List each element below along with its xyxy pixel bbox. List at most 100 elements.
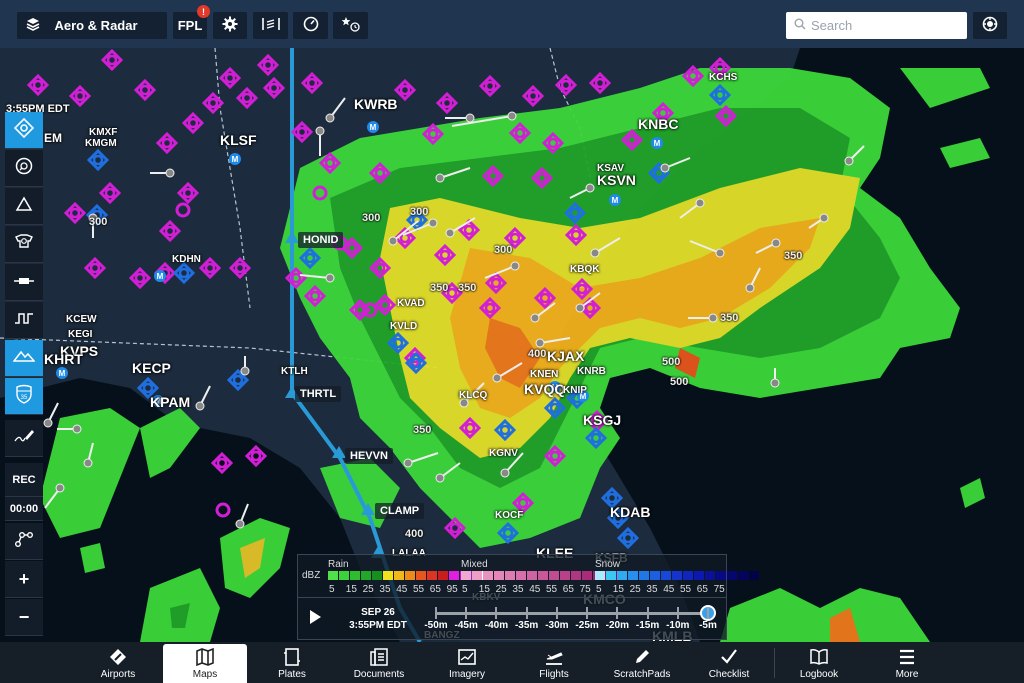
airport-label-em[interactable]: EM <box>44 131 62 145</box>
tab-airports[interactable]: Airports <box>76 644 160 683</box>
locate-button[interactable] <box>973 12 1007 39</box>
airport-label-ktlh[interactable]: KTLH <box>281 366 308 377</box>
timeline-label[interactable]: -15m <box>636 620 659 631</box>
search-box[interactable] <box>786 12 967 39</box>
airport-marker-magenta[interactable] <box>26 73 50 97</box>
airport-marker-magenta[interactable] <box>235 86 259 110</box>
airport-marker-magenta[interactable] <box>714 104 738 128</box>
tab-logbook[interactable]: Logbook <box>777 644 861 683</box>
airport-label-ksgj[interactable]: KSGJ <box>583 412 621 428</box>
map-center-button[interactable] <box>5 112 43 149</box>
airport-marker-magenta[interactable] <box>543 444 567 468</box>
tab-plates[interactable]: Plates <box>250 644 334 683</box>
waypoint-label-hevvn[interactable]: HEVVN <box>345 448 393 464</box>
airport-marker-magenta[interactable] <box>98 181 122 205</box>
waypoint-label-honid[interactable]: HONID <box>298 232 344 248</box>
airport-marker-magenta[interactable] <box>443 516 467 540</box>
instruments-button[interactable] <box>293 12 328 39</box>
airport-marker-blue[interactable] <box>493 418 517 442</box>
terrain-button[interactable] <box>5 340 43 377</box>
airport-marker-magenta[interactable] <box>588 71 612 95</box>
airport-marker-magenta[interactable] <box>570 277 594 301</box>
airport-marker-blue[interactable] <box>298 246 322 270</box>
track-up-button[interactable] <box>5 150 43 187</box>
airport-marker-magenta[interactable] <box>158 219 182 243</box>
tab-more[interactable]: More <box>865 644 949 683</box>
airport-label-kdab[interactable]: KDAB <box>610 504 650 520</box>
waypoint-label-clamp[interactable]: CLAMP <box>375 503 425 519</box>
airport-marker-magenta[interactable] <box>620 128 644 152</box>
airport-label-knen[interactable]: KNEN <box>530 369 558 380</box>
draw-button[interactable] <box>5 420 43 457</box>
tab-imagery[interactable]: Imagery <box>425 644 509 683</box>
map-canvas[interactable]: 3:55PM EDT KWRB KLSF KMXF KMGM KDHN KCEW… <box>0 48 1024 642</box>
airport-marker-blue[interactable] <box>496 521 520 545</box>
timeline-label[interactable]: -40m <box>485 620 508 631</box>
tab-scratchpads[interactable]: ScratchPads <box>600 644 684 683</box>
zoom-in-button[interactable]: + <box>5 561 43 598</box>
timeline-label[interactable]: -5m <box>699 620 717 631</box>
airport-marker-magenta[interactable] <box>508 121 532 145</box>
timeline-label[interactable]: -45m <box>455 620 478 631</box>
airport-marker-ring[interactable] <box>312 185 328 201</box>
airport-marker-magenta[interactable] <box>155 131 179 155</box>
airport-marker-magenta[interactable] <box>256 53 280 77</box>
airport-marker-magenta[interactable] <box>478 296 502 320</box>
route-edit-button[interactable] <box>5 523 43 560</box>
airport-marker-magenta[interactable] <box>318 151 342 175</box>
airport-marker-magenta[interactable] <box>210 451 234 475</box>
tab-checklist[interactable]: Checklist <box>687 644 771 683</box>
airport-marker-magenta[interactable] <box>681 64 705 88</box>
airport-marker-magenta[interactable] <box>181 111 205 135</box>
traffic-button[interactable] <box>5 226 43 263</box>
airport-marker-blue[interactable] <box>172 261 196 285</box>
airport-label-kmxf[interactable]: KMXF <box>89 127 117 138</box>
airport-marker-magenta[interactable] <box>244 444 268 468</box>
airport-label-kwrb[interactable]: KWRB <box>354 96 398 112</box>
airport-marker-blue[interactable] <box>708 83 732 107</box>
airport-marker-magenta[interactable] <box>83 256 107 280</box>
airport-marker-magenta[interactable] <box>176 181 200 205</box>
airport-marker-ring[interactable] <box>175 202 191 218</box>
airport-label-kchs[interactable]: KCHS <box>709 72 737 83</box>
airport-marker-magenta[interactable] <box>564 223 588 247</box>
airport-label-khrt[interactable]: KHRT <box>44 351 83 367</box>
timeline-label[interactable]: -50m <box>424 620 447 631</box>
airport-label-kmgm[interactable]: KMGM <box>85 138 117 149</box>
favorites-recents-button[interactable] <box>333 12 368 39</box>
airport-label-kvad[interactable]: KVAD <box>397 298 425 309</box>
airport-marker-magenta[interactable] <box>368 161 392 185</box>
route-waypoint-hevvn[interactable] <box>332 446 346 458</box>
timeline-label[interactable]: -25m <box>575 620 598 631</box>
airport-label-kgnv[interactable]: KGNV <box>489 448 518 459</box>
airport-marker-magenta[interactable] <box>533 286 557 310</box>
settings-button[interactable] <box>213 12 247 39</box>
airport-label-kvld[interactable]: KVLD <box>390 321 417 332</box>
runway-button[interactable] <box>5 264 43 301</box>
airport-marker-blue[interactable] <box>386 331 410 355</box>
airport-marker-magenta[interactable] <box>303 284 327 308</box>
route-waypoint-honid[interactable] <box>285 231 299 243</box>
airport-marker-blue[interactable] <box>543 396 567 420</box>
airport-label-kocf[interactable]: KOCF <box>495 510 523 521</box>
timeline-label[interactable]: -10m <box>666 620 689 631</box>
layers-button[interactable]: Aero & Radar <box>17 12 167 39</box>
airport-label-kjax[interactable]: KJAX <box>547 348 584 364</box>
highway-button[interactable]: 35 <box>5 378 43 415</box>
tab-documents[interactable]: Documents <box>337 644 421 683</box>
airport-marker-magenta[interactable] <box>228 256 252 280</box>
airport-marker-magenta[interactable] <box>63 201 87 225</box>
airport-marker-blue[interactable] <box>563 201 587 225</box>
airport-marker-magenta[interactable] <box>481 164 505 188</box>
airport-marker-magenta[interactable] <box>421 122 445 146</box>
weather-sounding-button[interactable] <box>253 12 288 39</box>
airport-marker-magenta[interactable] <box>300 71 324 95</box>
airport-label-klsf[interactable]: KLSF <box>220 132 257 148</box>
search-input[interactable] <box>811 18 961 33</box>
airport-label-kbqk[interactable]: KBQK <box>570 264 599 275</box>
airport-label-kegi[interactable]: KEGI <box>68 329 92 340</box>
profile-button[interactable] <box>5 302 43 339</box>
airport-marker-blue[interactable] <box>616 526 640 550</box>
airport-label-klcq[interactable]: KLCQ <box>459 390 487 401</box>
airport-marker-magenta[interactable] <box>100 48 124 72</box>
